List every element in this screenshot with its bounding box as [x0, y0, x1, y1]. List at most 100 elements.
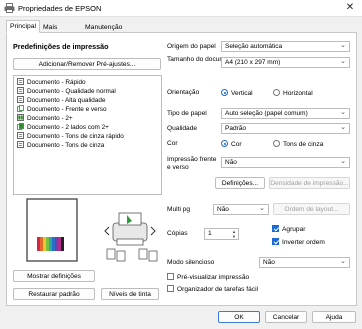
- print-preview-checkbox[interactable]: Pré-visualizar impressão: [167, 273, 249, 282]
- chevron-down-icon: ⌄: [259, 205, 265, 212]
- main-panel: Predefinições de impressão Adicionar/Rem…: [6, 32, 357, 306]
- multipage-icon: [17, 114, 24, 121]
- copies-value: 1: [208, 230, 212, 237]
- paper-type-value: Auto seleção (papel comum): [225, 110, 308, 117]
- presets-heading: Predefinições de impressão: [13, 42, 109, 51]
- multipage-value: Não: [217, 206, 229, 213]
- list-item[interactable]: Documento - Tons de cinza rápido: [17, 132, 124, 141]
- window-title: Propriedades de EPSON: [18, 4, 102, 13]
- quiet-mode-label: Modo silencioso: [167, 259, 215, 266]
- document-icon: [17, 96, 24, 103]
- list-item[interactable]: Documento - Tons de cinza: [17, 141, 104, 150]
- list-item-label: Documento - 2+: [27, 115, 73, 122]
- tab-principal[interactable]: Principal: [6, 20, 41, 33]
- checkbox-checked-icon: [272, 225, 279, 232]
- quiet-mode-value: Não: [263, 259, 275, 266]
- multipage-select[interactable]: Não ⌄: [213, 204, 269, 215]
- paper-source-label: Origem do papel: [167, 43, 216, 50]
- orientation-landscape-radio[interactable]: Horizontal: [273, 89, 313, 98]
- checkbox-checked-icon: [272, 238, 279, 245]
- paper-type-label: Tipo de papel: [167, 110, 207, 117]
- duplex-label: Impressão frente e verso: [167, 156, 217, 171]
- radio-checked-icon: [221, 89, 228, 96]
- restore-defaults-button[interactable]: Restaurar padrão: [13, 288, 95, 300]
- list-item-label: Documento - Tons de cinza: [27, 142, 105, 149]
- printer-icon: [4, 3, 15, 13]
- multipage-label: Multi pg: [167, 206, 191, 213]
- document-icon: [17, 141, 24, 148]
- paper-source-value: Seleção automática: [225, 43, 283, 50]
- ink-levels-button[interactable]: Níveis de tinta: [101, 288, 159, 300]
- output-pages-icon: [106, 248, 158, 262]
- quality-select[interactable]: Padrão ⌄: [221, 123, 350, 134]
- reverse-order-label: Inverter ordem: [282, 239, 325, 246]
- chevron-down-icon: ⌄: [340, 124, 346, 131]
- job-arranger-checkbox[interactable]: Organizador de tarefas fácil: [167, 285, 258, 294]
- list-item[interactable]: Documento - 2+: [17, 114, 73, 123]
- orientation-portrait-label: Vertical: [231, 90, 253, 97]
- print-preview-image: [26, 198, 158, 262]
- quality-value: Padrão: [225, 125, 246, 132]
- list-item[interactable]: Documento - Alta qualidade: [17, 96, 106, 105]
- copies-label: Cópias: [167, 230, 188, 237]
- list-item-label: Documento - Frente e verso: [27, 106, 107, 113]
- reverse-order-checkbox[interactable]: Inverter ordem: [272, 238, 325, 247]
- paper-type-select[interactable]: Auto seleção (papel comum) ⌄: [221, 108, 350, 119]
- quiet-mode-select[interactable]: Não ⌄: [259, 257, 350, 268]
- document-size-value: A4 (210 x 297 mm): [225, 59, 281, 66]
- list-item[interactable]: Documento - Frente e verso: [17, 105, 107, 114]
- chevron-down-icon: ⌄: [340, 158, 346, 165]
- checkbox-unchecked-icon: [167, 273, 174, 280]
- radio-unchecked-icon: [273, 89, 280, 96]
- document-icon: [17, 78, 24, 85]
- duplex-settings-button[interactable]: Definições...: [215, 177, 265, 189]
- title-bar: Propriedades de EPSON ✕: [0, 0, 362, 17]
- duplex-value: Não: [225, 159, 237, 166]
- list-item-label: Documento - Alta qualidade: [27, 97, 106, 104]
- cancel-button[interactable]: Cancelar: [265, 311, 307, 323]
- orientation-label: Orientação: [167, 89, 200, 96]
- presets-list: Documento - Rápido Documento - Qualidade…: [13, 75, 162, 195]
- list-item-label: Documento - 2 lados com 2+: [27, 124, 109, 131]
- list-item[interactable]: Documento - 2 lados com 2+: [17, 123, 109, 132]
- chevron-down-icon: ⌄: [340, 58, 346, 65]
- document-icon: [17, 132, 24, 139]
- add-remove-presets-button[interactable]: Adicionar/Remover Pré-ajustes...: [13, 58, 161, 70]
- collate-checkbox[interactable]: Agrupar: [272, 225, 305, 234]
- quality-label: Qualidade: [167, 125, 198, 132]
- color-bars-icon: [37, 237, 64, 251]
- chevron-down-icon: ⌄: [340, 109, 346, 116]
- print-density-button[interactable]: Densidade de impressão...: [269, 177, 350, 189]
- document-size-select[interactable]: A4 (210 x 297 mm) ⌄: [221, 57, 350, 68]
- list-item-label: Documento - Tons de cinza rápido: [27, 133, 124, 140]
- copies-stepper[interactable]: 1 ▲ ▼: [204, 228, 239, 240]
- duplex-multipage-icon: [17, 123, 24, 130]
- list-item[interactable]: Documento - Qualidade normal: [17, 87, 116, 96]
- radio-checked-icon: [221, 140, 228, 147]
- duplex-icon: [17, 105, 24, 112]
- color-grayscale-radio[interactable]: Tons de cinza: [273, 140, 323, 149]
- checkbox-unchecked-icon: [167, 285, 174, 292]
- close-icon[interactable]: ✕: [344, 2, 356, 14]
- print-preview-label: Pré-visualizar impressão: [177, 274, 250, 281]
- list-item-label: Documento - Rápido: [27, 79, 86, 86]
- preview-page-icon: [26, 198, 78, 262]
- orientation-portrait-radio[interactable]: Vertical: [221, 89, 253, 98]
- duplex-select[interactable]: Não ⌄: [221, 157, 350, 168]
- color-color-radio[interactable]: Cor: [221, 140, 242, 149]
- show-settings-button[interactable]: Mostrar definições: [13, 270, 95, 282]
- stepper-down-icon[interactable]: ▼: [231, 234, 237, 239]
- color-grayscale-label: Tons de cinza: [283, 141, 324, 148]
- paper-source-select[interactable]: Seleção automática ⌄: [221, 41, 350, 52]
- chevron-down-icon: ⌄: [340, 42, 346, 49]
- job-arranger-label: Organizador de tarefas fácil: [177, 286, 258, 293]
- color-color-label: Cor: [231, 141, 242, 148]
- layout-order-button[interactable]: Ordem de layout...: [273, 203, 350, 215]
- ok-button[interactable]: OK: [218, 311, 260, 323]
- color-label: Cor: [167, 140, 178, 147]
- list-item-label: Documento - Qualidade normal: [27, 88, 116, 95]
- help-button[interactable]: Ajuda: [312, 311, 356, 323]
- orientation-landscape-label: Horizontal: [283, 90, 313, 97]
- chevron-down-icon: ⌄: [340, 258, 346, 265]
- list-item[interactable]: Documento - Rápido: [17, 78, 86, 87]
